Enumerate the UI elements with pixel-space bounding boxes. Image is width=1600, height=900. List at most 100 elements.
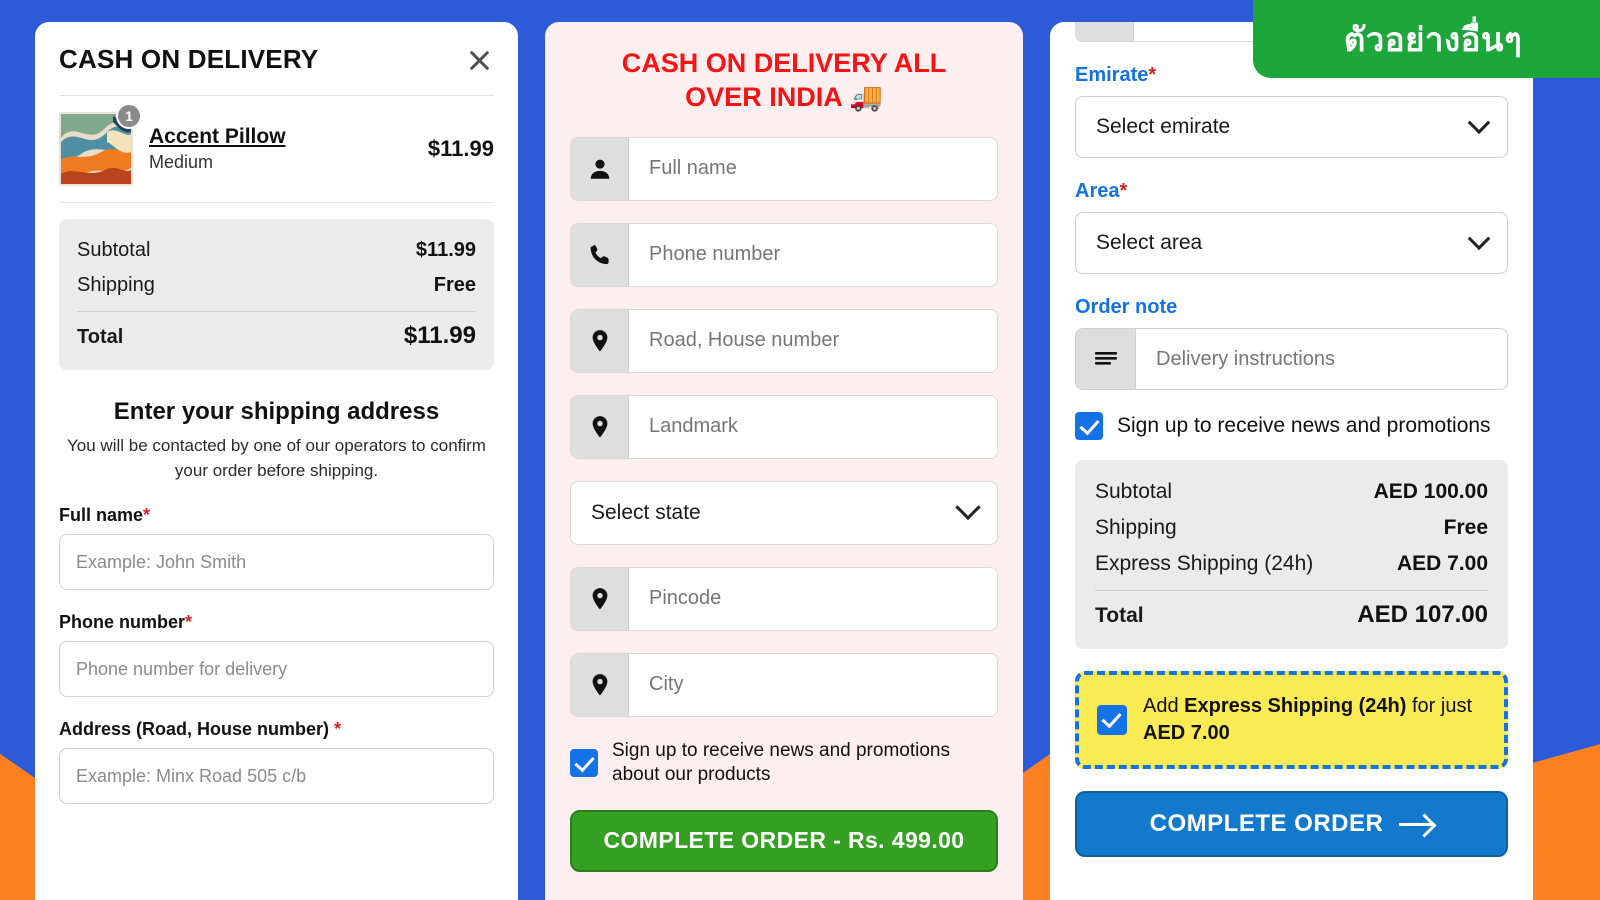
- cod-panel-usd: CASH ON DELIVERY 1 Accent Pillow Medium …: [35, 22, 518, 900]
- full-name-field[interactable]: Full name: [570, 136, 998, 201]
- label-text: Address (Road, House number): [59, 719, 330, 740]
- express-shipping-checkbox[interactable]: [1097, 705, 1127, 735]
- summary-label: Shipping: [77, 274, 155, 296]
- product-price: $11.99: [427, 136, 494, 161]
- label-order-note: Order note: [1075, 296, 1178, 318]
- panel2-title: CASH ON DELIVERY ALL OVER INDIA 🚚: [621, 48, 947, 112]
- order-summary-box: Subtotal AED 100.00 Shipping Free Expres…: [1075, 460, 1508, 649]
- phone-number-placeholder[interactable]: Phone number: [629, 223, 997, 286]
- required-asterisk: *: [1148, 64, 1157, 86]
- product-quantity-badge: 1: [116, 103, 142, 129]
- summary-total-value: AED 107.00: [1357, 601, 1488, 628]
- summary-label: Express Shipping (24h): [1095, 552, 1314, 575]
- landmark-field[interactable]: Landmark: [570, 394, 998, 459]
- emirate-select-value: Select emirate: [1096, 115, 1231, 138]
- area-select[interactable]: Select area: [1075, 212, 1508, 274]
- label-text: Area: [1075, 180, 1120, 202]
- summary-divider: [77, 311, 476, 312]
- thai-example-badge: ตัวอย่างอื่นๆ: [1253, 0, 1600, 78]
- summary-value: AED 100.00: [1373, 480, 1488, 503]
- summary-row-total: Total AED 107.00: [1095, 595, 1488, 635]
- newsletter-label: Sign up to receive news and promotions: [1117, 414, 1491, 438]
- pincode-placeholder[interactable]: Pincode: [629, 567, 997, 630]
- product-variant: Medium: [149, 152, 214, 172]
- newsletter-label: Sign up to receive news and promotions a…: [612, 739, 950, 786]
- summary-total-label: Total: [77, 326, 124, 348]
- label-text: Phone number: [59, 612, 186, 633]
- upsell-label: Add Express Shipping (24h) for just AED …: [1143, 693, 1486, 747]
- phone-icon: [571, 223, 629, 286]
- summary-value: $11.99: [415, 239, 476, 261]
- city-field[interactable]: City: [570, 652, 998, 717]
- summary-label: Subtotal: [1095, 480, 1173, 503]
- person-icon: [571, 137, 629, 200]
- required-asterisk: *: [143, 505, 151, 526]
- location-pin-icon: [571, 395, 629, 458]
- summary-label: Shipping: [1095, 516, 1177, 539]
- upsell-prefix: Add: [1143, 695, 1185, 717]
- summary-row-subtotal: Subtotal $11.99: [77, 233, 476, 268]
- newsletter-checkbox[interactable]: [1075, 412, 1103, 440]
- complete-order-button[interactable]: COMPLETE ORDER - Rs. 499.00: [570, 809, 998, 872]
- summary-value: Free: [433, 274, 476, 296]
- phone-number-input[interactable]: Phone number for delivery: [59, 641, 494, 698]
- chevron-down-icon: [955, 494, 981, 520]
- newsletter-checkbox[interactable]: [570, 749, 598, 778]
- full-name-placeholder[interactable]: Full name: [629, 137, 997, 200]
- state-select[interactable]: Select state: [570, 480, 998, 545]
- panel1-title: CASH ON DELIVERY: [59, 44, 319, 74]
- landmark-placeholder[interactable]: Landmark: [629, 395, 997, 458]
- text-lines-icon: [1076, 329, 1136, 389]
- road-house-placeholder[interactable]: Road, House number: [629, 309, 997, 372]
- shipping-subtext: You will be contacted by one of our oper…: [67, 436, 486, 480]
- background-shape-orange-right: [1525, 740, 1600, 900]
- product-name-link[interactable]: Accent Pillow: [149, 125, 286, 149]
- summary-row-express-shipping: Express Shipping (24h) AED 7.00: [1095, 546, 1488, 582]
- summary-total-label: Total: [1095, 604, 1144, 627]
- product-info: Accent Pillow Medium: [149, 125, 412, 173]
- area-select-value: Select area: [1096, 231, 1203, 254]
- order-note-field[interactable]: Delivery instructions: [1075, 328, 1508, 390]
- product-thumbnail-wrapper: 1: [59, 103, 142, 186]
- location-pin-icon: [571, 653, 629, 716]
- label-phone-number: Phone number*: [59, 612, 494, 633]
- label-area: Area*: [1075, 180, 1508, 203]
- cod-panel-aed: Emirate* Select emirate Area* Select are…: [1050, 22, 1533, 900]
- summary-row-subtotal: Subtotal AED 100.00: [1095, 474, 1488, 510]
- summary-total-value: $11.99: [403, 322, 476, 349]
- state-select-value: Select state: [591, 500, 701, 524]
- newsletter-row[interactable]: Sign up to receive news and promotions: [1075, 412, 1508, 440]
- newsletter-row[interactable]: Sign up to receive news and promotions a…: [570, 739, 998, 788]
- cart-line-item: 1 Accent Pillow Medium $11.99: [59, 96, 494, 202]
- order-summary-box: Subtotal $11.99 Shipping Free Total $11.…: [59, 219, 494, 370]
- emirate-select[interactable]: Select emirate: [1075, 96, 1508, 158]
- summary-row-shipping: Shipping Free: [77, 268, 476, 303]
- location-pin-icon: [571, 567, 629, 630]
- complete-order-button[interactable]: COMPLETE ORDER: [1075, 791, 1508, 857]
- required-asterisk: *: [185, 612, 193, 633]
- address-input[interactable]: Example: Minx Road 505 c/b: [59, 748, 494, 805]
- shipping-heading: Enter your shipping address: [113, 398, 440, 425]
- express-shipping-upsell[interactable]: Add Express Shipping (24h) for just AED …: [1075, 671, 1508, 769]
- screenshot-root: ตัวอย่างอื่นๆ CASH ON DELIVERY 1 Accent …: [0, 0, 1600, 900]
- order-note-placeholder[interactable]: Delivery instructions: [1136, 329, 1507, 389]
- full-name-input[interactable]: Example: John Smith: [59, 534, 494, 591]
- road-house-field[interactable]: Road, House number: [570, 308, 998, 373]
- summary-value: Free: [1443, 516, 1488, 539]
- summary-row-shipping: Shipping Free: [1095, 510, 1488, 546]
- chevron-down-icon: [1467, 227, 1491, 251]
- location-pin-icon: [1076, 22, 1134, 41]
- cod-panel-india: CASH ON DELIVERY ALL OVER INDIA 🚚 Full n…: [545, 22, 1023, 900]
- label-address: Address (Road, House number) *: [59, 719, 494, 740]
- pincode-field[interactable]: Pincode: [570, 566, 998, 631]
- upsell-bold-service: Express Shipping (24h): [1184, 695, 1407, 717]
- label-text: Full name: [59, 505, 144, 526]
- thai-badge-label: ตัวอย่างอื่นๆ: [1343, 20, 1523, 58]
- complete-order-label: COMPLETE ORDER: [1149, 810, 1384, 837]
- required-asterisk: *: [1119, 180, 1128, 202]
- upsell-bold-price: AED 7.00: [1143, 722, 1230, 744]
- required-asterisk: *: [334, 719, 342, 740]
- phone-number-field[interactable]: Phone number: [570, 222, 998, 287]
- close-icon[interactable]: [464, 45, 494, 75]
- city-placeholder[interactable]: City: [629, 653, 997, 716]
